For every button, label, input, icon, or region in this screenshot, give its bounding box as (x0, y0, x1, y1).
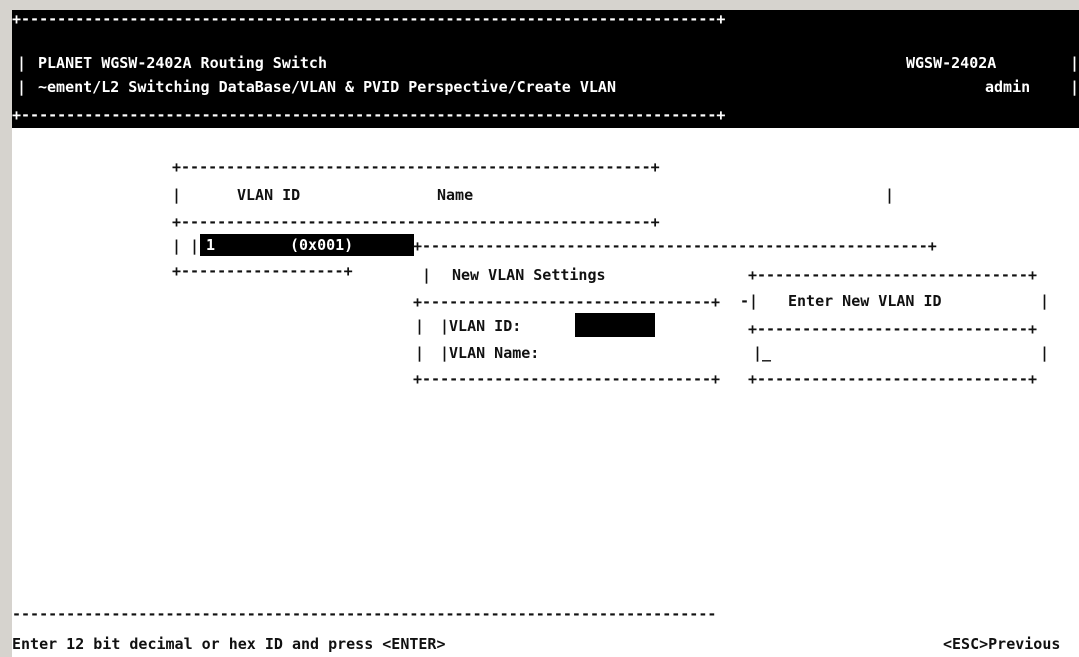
vlan-table-bottom-border: +------------------+ (172, 262, 353, 280)
vlan-row-pipes: | | (172, 237, 200, 255)
settings-dialog-title: New VLAN Settings (452, 266, 606, 284)
vlan-name-label: |VLAN Name: (440, 344, 540, 362)
header-pipe-2: | (17, 78, 27, 96)
settings-dialog-mid-border: +--------------------------------+ (413, 293, 721, 311)
id-popup-input-pipe-right: | (1040, 344, 1050, 362)
id-popup-bottom-border: +------------------------------+ (748, 370, 1037, 388)
footer-hint: Enter 12 bit decimal or hex ID and press… (12, 635, 446, 653)
header-path: ~ement/L2 Switching DataBase/VLAN & PVID… (38, 78, 616, 96)
header-user: admin (985, 78, 1031, 96)
id-popup-pipe: -| (740, 292, 759, 310)
esc-previous-hint[interactable]: <ESC>Previous (943, 635, 1060, 653)
settings-dialog-top-border: +---------------------------------------… (413, 237, 937, 255)
header-top-border: +---------------------------------------… (12, 10, 726, 28)
vlan-table-top-border: +---------------------------------------… (172, 158, 660, 176)
vlan-id-label: |VLAN ID: (440, 317, 522, 335)
header-bottom-border: +---------------------------------------… (12, 106, 726, 124)
settings-row-pipe: | (415, 317, 425, 335)
vlan-row-hex: (0x001) (290, 236, 354, 254)
column-vlan-id: VLAN ID (237, 186, 301, 204)
vlan-row-id: 1 (206, 236, 216, 254)
id-popup-mid-border: +------------------------------+ (748, 320, 1037, 338)
header-pipe: | (17, 54, 27, 72)
vlan-table-row-selected[interactable]: 1 (0x001) (200, 234, 414, 256)
header-model: WGSW-2402A (906, 54, 997, 72)
id-popup-input-cursor[interactable]: _ (762, 344, 771, 362)
header-pipe-right-2: | (1070, 78, 1079, 96)
vlan-id-field[interactable] (575, 313, 655, 337)
settings-dialog-bottom-border: +--------------------------------+ (413, 370, 721, 388)
id-popup-pipe-right: | (1040, 292, 1050, 310)
terminal-header: +---------------------------------------… (12, 10, 1079, 128)
settings-row-pipe-2: | (415, 344, 425, 362)
id-popup-top-border: +------------------------------+ (748, 266, 1037, 284)
vlan-table-pipe-right: | (885, 186, 895, 204)
window-frame-top (0, 0, 1079, 10)
vlan-table-pipe: | (172, 186, 182, 204)
header-title: PLANET WGSW-2402A Routing Switch (38, 54, 327, 72)
column-name: Name (437, 186, 474, 204)
id-popup-title: Enter New VLAN ID (788, 292, 942, 310)
footer-divider: ----------------------------------------… (12, 605, 717, 623)
settings-dialog-pipe: | (422, 266, 432, 284)
header-pipe-right: | (1070, 54, 1079, 72)
vlan-table-mid-border: +---------------------------------------… (172, 213, 660, 231)
id-popup-input-pipe: | (753, 344, 763, 362)
window-frame-left (0, 0, 12, 657)
